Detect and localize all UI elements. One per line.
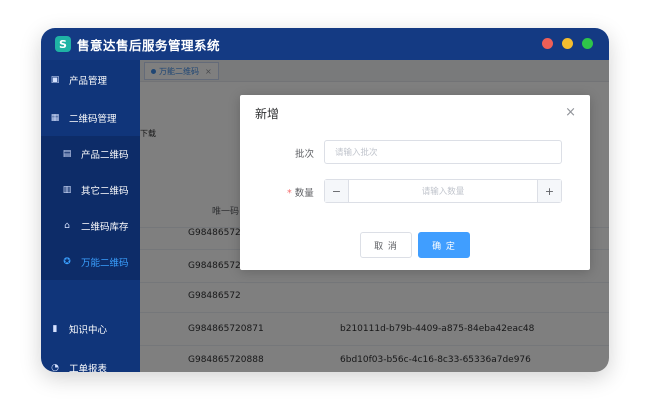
qrcode-icon: ▦ [50,113,60,123]
sidebar-item-product-management[interactable]: ▣ 产品管理 [41,62,140,98]
sidebar-item-product-qrcode[interactable]: ▤ 产品二维码 [41,136,140,172]
close-icon[interactable]: × [565,105,576,120]
sidebar: ▣ 产品管理 ▦ 二维码管理 ▤ 产品二维码 ▥ 其它二维码 ⌂ 二维码库存 ✪… [41,60,140,372]
book-icon: ▮ [52,324,58,334]
sidebar-item-label: 工单报表 [69,364,108,372]
barcode-icon: ▥ [62,185,72,195]
quantity-input[interactable]: 请输入数量 [349,185,537,197]
batch-input[interactable]: 请输入批次 [324,140,562,164]
decrement-button[interactable]: − [325,180,349,202]
warehouse-icon: ⌂ [64,221,70,231]
product-qr-icon: ▤ [62,149,72,159]
sidebar-item-qrcode-management[interactable]: ▦ 二维码管理 [41,100,140,136]
sidebar-item-label: 知识中心 [69,325,108,336]
sidebar-item-label: 产品管理 [69,76,108,87]
quantity-label: 数量 [294,188,314,199]
sidebar-item-label: 万能二维码 [81,258,129,269]
sidebar-item-label: 二维码库存 [81,222,129,233]
quantity-stepper: − 请输入数量 + [324,179,562,203]
dialog-title: 新增 [255,107,280,121]
confirm-button[interactable]: 确 定 [418,232,470,258]
app-logo-icon: S [55,36,71,52]
close-window-dot[interactable] [542,38,553,49]
app-title: 售意达售后服务管理系统 [77,37,221,53]
sidebar-item-label: 其它二维码 [81,186,129,197]
sidebar-item-knowledge-center[interactable]: ▮ 知识中心 [41,311,140,347]
quantity-label-wrapper: * 数量 [287,185,314,199]
maximize-window-dot[interactable] [582,38,593,49]
pie-chart-icon: ◔ [51,363,59,372]
sidebar-item-universal-qrcode[interactable]: ✪ 万能二维码 [41,244,140,280]
cancel-button[interactable]: 取 消 [360,232,412,258]
sidebar-item-qrcode-stock[interactable]: ⌂ 二维码库存 [41,208,140,244]
required-mark: * [287,188,292,199]
add-dialog: 新增 × 批次 请输入批次 * 数量 − 请输入数量 + 取 消 确 定 [240,95,590,270]
batch-label: 批次 [295,149,315,160]
title-bar: S 售意达售后服务管理系统 [41,28,609,60]
minimize-window-dot[interactable] [562,38,573,49]
sidebar-item-label: 产品二维码 [81,150,129,161]
universal-qr-icon: ✪ [63,257,71,267]
window-controls [542,38,593,49]
sidebar-item-label: 二维码管理 [69,114,117,125]
sidebar-item-other-qrcode[interactable]: ▥ 其它二维码 [41,172,140,208]
sidebar-item-work-order-report[interactable]: ◔ 工单报表 [41,350,140,372]
increment-button[interactable]: + [537,180,561,202]
box-icon: ▣ [50,75,60,85]
